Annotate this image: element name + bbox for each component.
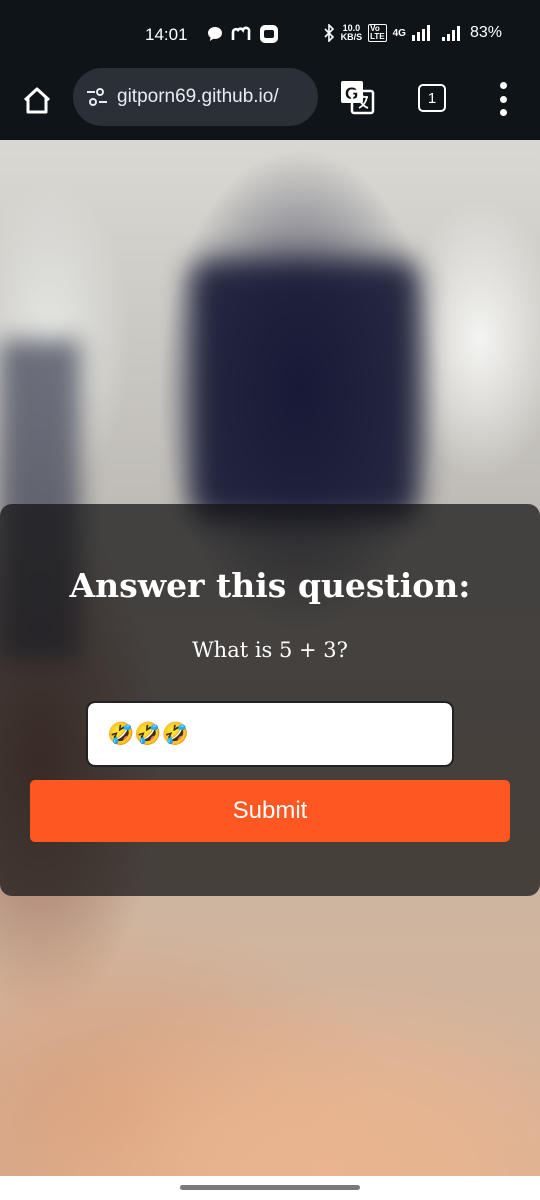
- background-blur-shape: [190, 260, 420, 520]
- system-icons: 10.0 KB/S Vo LTE 4G 83%: [323, 24, 502, 42]
- signal-icon: [411, 25, 430, 41]
- notification-icons: [207, 24, 279, 44]
- question-text: What is 5 + 3?: [192, 638, 348, 662]
- battery-level: 83%: [469, 24, 502, 41]
- network-type: 4G: [392, 27, 406, 39]
- status-time: 14:01: [145, 25, 188, 44]
- volte-bottom: LTE: [370, 32, 385, 41]
- bluetooth-icon: [324, 24, 334, 42]
- answer-input-value: 🤣🤣🤣: [107, 721, 190, 747]
- browser-toolbar: gitporn69.github.io/ G 1: [0, 68, 540, 140]
- signal-icon-2: [441, 26, 460, 41]
- menu-button[interactable]: [496, 82, 510, 116]
- address-bar[interactable]: gitporn69.github.io/: [73, 68, 318, 126]
- volte-badge: Vo LTE: [368, 24, 387, 42]
- tab-switcher-button[interactable]: 1: [418, 84, 446, 112]
- m-app-icon: [231, 26, 251, 40]
- menu-dot: [499, 95, 507, 103]
- chat-bubble-icon: [208, 27, 222, 41]
- network-speed: 10.0 KB/S: [341, 24, 363, 42]
- app-badge-icon: [260, 25, 278, 43]
- home-icon[interactable]: [20, 84, 54, 118]
- submit-button[interactable]: Submit: [30, 780, 510, 842]
- question-modal: Answer this question: What is 5 + 3? 🤣🤣🤣…: [0, 504, 540, 896]
- modal-title: Answer this question:: [69, 566, 471, 605]
- gesture-handle[interactable]: [180, 1185, 360, 1190]
- site-settings-icon[interactable]: [85, 85, 109, 109]
- status-bar: 14:01 10.0 KB/S Vo LTE 4G 83%: [0, 0, 540, 68]
- navigation-area: [0, 1176, 540, 1200]
- url-text: gitporn69.github.io/: [117, 86, 279, 107]
- menu-dot: [499, 82, 507, 89]
- menu-dot: [499, 109, 507, 116]
- translate-icon[interactable]: G: [339, 79, 375, 115]
- answer-input[interactable]: 🤣🤣🤣: [86, 701, 454, 767]
- network-speed-unit: KB/S: [340, 32, 363, 42]
